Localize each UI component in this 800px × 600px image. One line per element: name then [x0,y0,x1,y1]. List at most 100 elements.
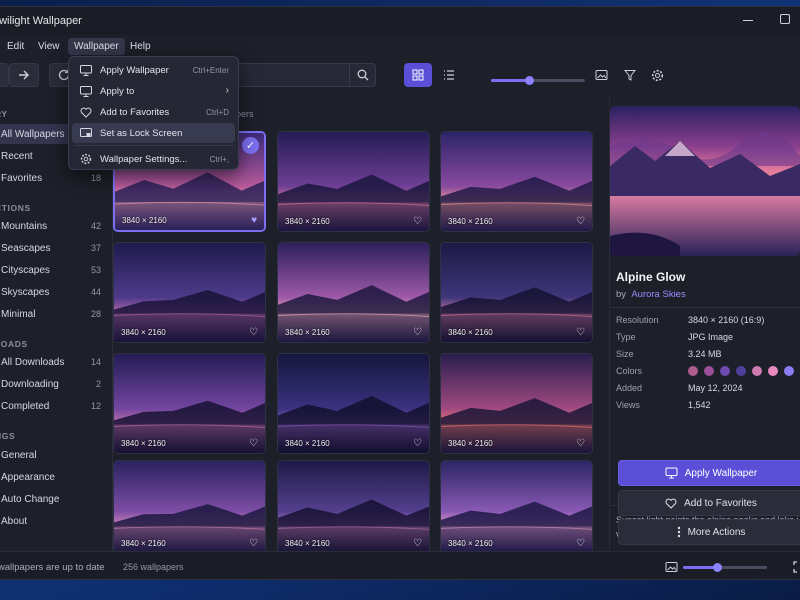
wallpaper-tile[interactable]: 3840 × 2160 ♡ [277,131,430,232]
zoom-slider[interactable] [683,563,767,572]
slider-thumb[interactable] [712,563,722,572]
heart-icon[interactable]: ♡ [576,438,585,449]
divider [610,307,800,308]
sidebar-item-count: 53 [90,265,101,275]
heart-icon[interactable]: ♡ [413,216,422,227]
grid-view-button[interactable] [404,63,432,87]
heart-icon[interactable]: ♡ [413,538,422,549]
back-button[interactable] [0,63,9,87]
sidebar-item-minimal[interactable]: Minimal 28 [0,304,109,324]
menu-item-apply-to[interactable]: Apply to › [72,81,235,101]
menu-item-label: Add to Favorites [100,107,170,118]
menu-item-label: Apply Wallpaper [100,65,169,76]
sidebar-item-label: Cityscapes [1,265,50,276]
menu-item-wallpaper-settings[interactable]: Wallpaper Settings... Ctrl+, [72,149,235,169]
list-view-button[interactable] [435,63,463,87]
tile-resolution: 3840 × 2160 [285,328,330,337]
menu-item-apply-wallpaper[interactable]: Apply Wallpaper Ctrl+Enter [72,60,235,80]
slider-thumb[interactable] [524,76,534,85]
thumbnail-size-slider[interactable] [491,76,585,85]
sidebar-item-count: 44 [90,287,101,297]
heart-icon[interactable]: ♡ [413,438,422,449]
wallpaper-tile[interactable]: 3840 × 2160 ♡ [277,460,430,554]
heart-icon[interactable]: ♡ [576,216,585,227]
minimize-button[interactable] [743,20,753,21]
image-view-button[interactable] [589,63,613,87]
sidebar-item-general[interactable]: General [0,445,109,465]
heart-icon[interactable]: ♡ [576,327,585,338]
color-swatch[interactable] [720,366,730,376]
slider-fill [683,566,717,569]
heart-icon[interactable]: ♥ [251,215,257,226]
sidebar-item-completed[interactable]: Completed 12 [0,396,109,416]
menu-item-add-to-favorites[interactable]: Add to Favorites Ctrl+D [72,102,235,122]
apply-wallpaper-label: Apply Wallpaper [684,467,758,479]
wallpaper-tile[interactable]: 3840 × 2160 ♡ [113,242,266,343]
apply-wallpaper-button[interactable]: Apply Wallpaper [618,460,800,486]
menu-wallpaper[interactable]: Wallpaper [68,38,125,55]
search-icon [357,69,369,81]
add-to-favorites-button[interactable]: Add to Favorites [618,490,800,516]
wallpaper-tile[interactable]: 3840 × 2160 ♡ [113,460,266,554]
meta-key: Views [616,400,640,410]
color-swatch[interactable] [688,366,698,376]
meta-key: Added [616,383,643,393]
wallpaper-menu: Apply Wallpaper Ctrl+Enter Apply to › Ad… [68,56,239,170]
tile-resolution: 3840 × 2160 [285,217,330,226]
sidebar-item-skyscapes[interactable]: Skyscapes 44 [0,282,109,302]
wallpaper-tile[interactable]: 3840 × 2160 ♡ [277,242,430,343]
meta-value: JPG Image [688,332,734,342]
settings-button[interactable] [645,63,669,87]
fullscreen-button[interactable] [787,555,800,579]
sidebar-item-label: Downloading [1,379,59,390]
author-link[interactable]: Aurora Skies [631,289,685,300]
heart-icon[interactable]: ♡ [249,438,258,449]
heart-icon[interactable]: ♡ [576,538,585,549]
sidebar-item-all-downloads[interactable]: All Downloads 14 [0,352,109,372]
sidebar-item-seascapes[interactable]: Seascapes 37 [0,238,109,258]
sidebar-item-mountains[interactable]: Mountains 42 [0,216,109,236]
filter-button[interactable] [618,63,642,87]
sidebar-item-label: Seascapes [1,243,51,254]
menu-item-set-as-lock-screen[interactable]: Set as Lock Screen [72,123,235,143]
menu-item-shortcut: Ctrl+, [209,155,229,164]
color-swatch[interactable] [704,366,714,376]
sidebar-item-appearance[interactable]: Appearance [0,467,109,487]
wallpaper-tile[interactable]: 3840 × 2160 ♡ [440,353,593,454]
more-actions-button[interactable]: More Actions [618,519,800,545]
wallpaper-tile[interactable]: 3840 × 2160 ♡ [440,131,593,232]
menu-item-shortcut: Ctrl+Enter [192,66,229,75]
sidebar-item-about[interactable]: About [0,511,109,531]
window-title: Twilight Wallpaper [0,15,82,27]
color-swatch[interactable] [736,366,746,376]
search-button[interactable] [349,63,376,87]
wallpaper-tile[interactable]: 3840 × 2160 ♡ [440,242,593,343]
monitor-icon [80,85,92,97]
sidebar-item-label: All Downloads [1,357,65,368]
color-swatch[interactable] [768,366,778,376]
arrow-right-icon [19,70,29,80]
color-swatch[interactable] [752,366,762,376]
menu-view[interactable]: View [32,38,66,55]
sidebar-item-auto-change[interactable]: Auto Change [0,489,109,509]
heart-icon[interactable]: ♡ [249,327,258,338]
forward-button[interactable] [9,63,39,87]
sidebar-item-favorites[interactable]: Favorites 18 [0,168,109,188]
sidebar-item-downloading[interactable]: Downloading 2 [0,374,109,394]
sidebar-item-label: Completed [1,401,50,412]
tile-resolution: 3840 × 2160 [121,439,166,448]
heart-icon[interactable]: ♡ [413,327,422,338]
wallpaper-tile[interactable]: 3840 × 2160 ♡ [113,353,266,454]
sidebar-item-cityscapes[interactable]: Cityscapes 53 [0,260,109,280]
wallpaper-tile[interactable]: 3840 × 2160 ♡ [440,460,593,554]
menu-edit[interactable]: Edit [1,38,30,55]
wallpaper-count: 256 wallpapers [123,562,184,572]
menu-help[interactable]: Help [124,38,157,55]
zoom-image-icon [659,555,683,579]
maximize-button[interactable] [780,14,790,24]
wallpaper-title: Alpine Glow [616,270,686,284]
wallpaper-tile[interactable]: 3840 × 2160 ♡ [277,353,430,454]
heart-icon[interactable]: ♡ [249,538,258,549]
color-swatch[interactable] [784,366,794,376]
menu-bar: Edit View Wallpaper Help [0,35,800,57]
